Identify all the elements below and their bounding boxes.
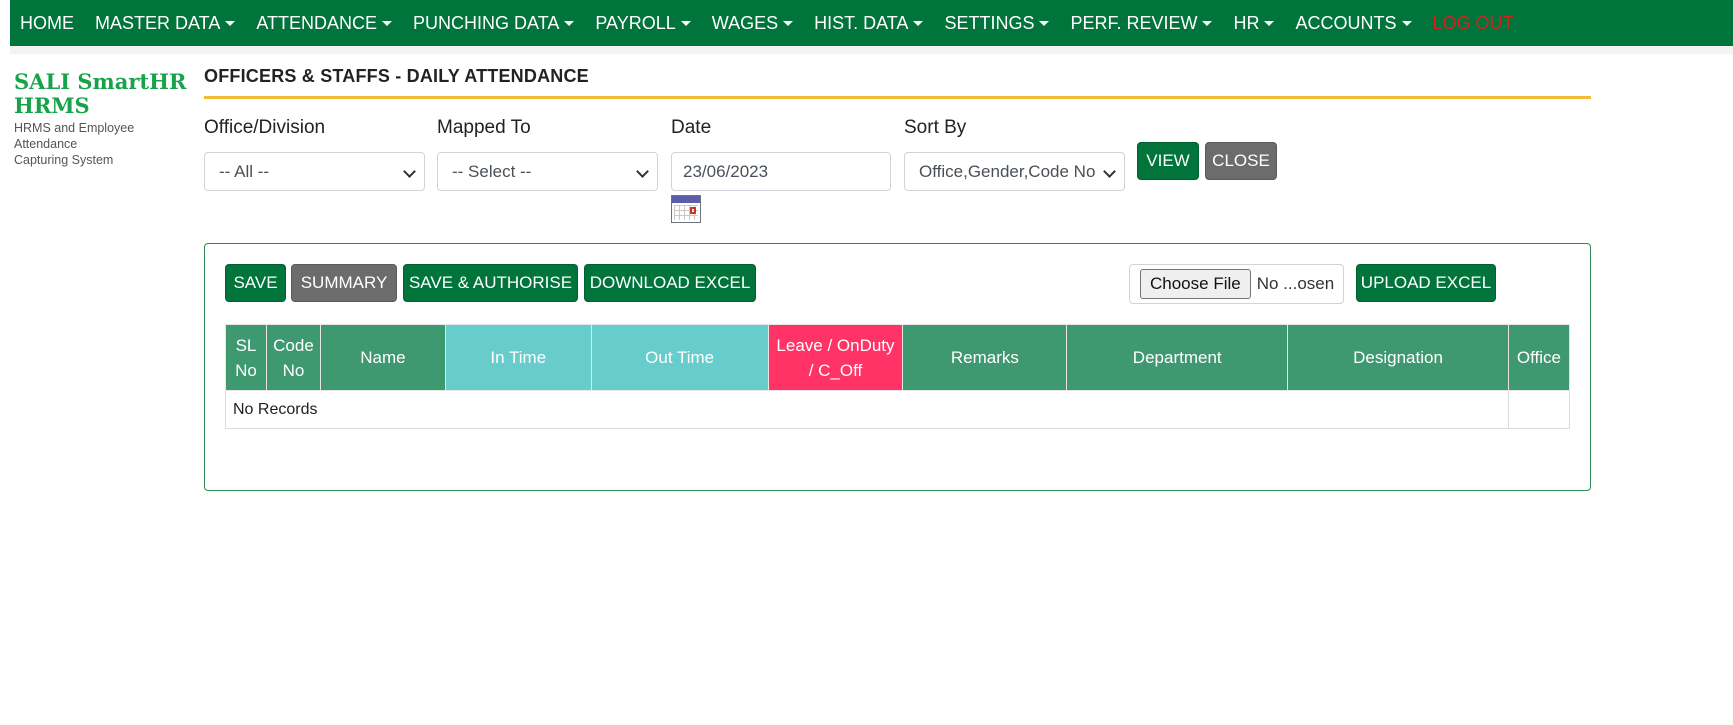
brand-subtitle-line1: HRMS and Employee Attendance <box>14 121 135 151</box>
col-sl-no-line1: SL <box>235 335 257 355</box>
caret-down-icon <box>1264 20 1275 26</box>
col-leave-line2: / C_Off <box>808 360 863 380</box>
date-label: Date <box>671 117 712 138</box>
chevron-down-icon <box>636 165 649 178</box>
col-in-time: In Time <box>444 324 592 391</box>
col-designation: Designation <box>1287 324 1509 391</box>
nav-home-label: HOME <box>20 12 74 33</box>
page-title: OFFICERS & STAFFS - DAILY ATTENDANCE <box>204 66 589 86</box>
chevron-down-icon <box>403 165 416 178</box>
col-code-no-line1: Code <box>273 335 314 355</box>
table-header-row: SL No Code No Name In Time Out Time Leave … <box>225 324 1571 391</box>
download-excel-button[interactable]: DOWNLOAD EXCEL <box>584 264 756 302</box>
caret-down-icon <box>1401 20 1412 26</box>
nav-settings[interactable]: SETTINGS <box>944 12 1050 34</box>
attendance-table: SL No Code No Name In Time Out Time Leave … <box>225 324 1571 429</box>
nav-attendance[interactable]: ATTENDANCE <box>256 12 393 34</box>
table-row: No Records <box>225 390 1571 429</box>
nav-hr-label: HR <box>1233 12 1260 33</box>
choose-file-button[interactable]: Choose File <box>1140 269 1251 299</box>
nav-perf-review[interactable]: PERF. REVIEW <box>1070 12 1213 34</box>
summary-button[interactable]: SUMMARY <box>291 264 397 302</box>
nav-accounts[interactable]: ACCOUNTS <box>1295 12 1412 34</box>
chevron-down-icon <box>1103 165 1116 178</box>
save-button[interactable]: SAVE <box>225 264 286 302</box>
caret-down-icon <box>382 20 393 26</box>
top-navbar: HOME MASTER DATA ATTENDANCE PUNCHING DAT… <box>10 0 1733 46</box>
mapped-to-select[interactable]: -- Select -- <box>437 152 658 191</box>
col-code-no-line2: No <box>282 360 305 380</box>
upload-excel-button[interactable]: UPLOAD EXCEL <box>1356 264 1496 302</box>
nav-hist-data[interactable]: HIST. DATA <box>814 12 924 34</box>
file-status-text: No ...osen <box>1256 274 1335 293</box>
caret-down-icon <box>783 20 794 26</box>
mapped-to-label: Mapped To <box>437 117 531 138</box>
nav-hist-data-label: HIST. DATA <box>814 12 909 33</box>
nav-wages[interactable]: WAGES <box>711 12 794 34</box>
col-sl-no-line2: No <box>235 360 257 380</box>
sort-by-label: Sort By <box>904 117 967 138</box>
close-button[interactable]: CLOSE <box>1205 142 1277 180</box>
nav-wages-label: WAGES <box>711 12 779 33</box>
mapped-to-value: -- Select -- <box>452 161 532 181</box>
save-authorise-button[interactable]: SAVE & AUTHORISE <box>403 264 578 302</box>
office-division-value: -- All -- <box>219 161 270 181</box>
caret-down-icon <box>564 20 575 26</box>
nav-logout[interactable]: LOG OUT <box>1433 13 1514 34</box>
nav-punching-data[interactable]: PUNCHING DATA <box>413 12 575 34</box>
col-sl-no: SL No <box>225 324 267 391</box>
nav-payroll[interactable]: PAYROLL <box>595 12 691 34</box>
office-division-label: Office/Division <box>204 117 326 138</box>
col-name: Name <box>319 324 446 391</box>
brand-title-line1: SALI SmartHR <box>14 69 187 94</box>
sort-by-select[interactable]: Office,Gender,Code No <box>904 152 1125 191</box>
sort-by-value: Office,Gender,Code No <box>919 161 1096 181</box>
caret-down-icon <box>913 20 924 26</box>
nav-payroll-label: PAYROLL <box>595 12 676 33</box>
nav-hr[interactable]: HR <box>1233 12 1275 34</box>
table-cell-empty <box>1507 390 1571 429</box>
col-department: Department <box>1066 324 1289 391</box>
caret-down-icon <box>1039 20 1050 26</box>
nav-settings-label: SETTINGS <box>944 12 1035 33</box>
col-code-no: Code No <box>265 324 321 391</box>
nav-master-data-label: MASTER DATA <box>95 12 221 33</box>
no-records-text: No Records <box>225 390 1509 429</box>
file-upload-input[interactable]: Choose File No ...osen <box>1129 264 1344 304</box>
nav-punching-data-label: PUNCHING DATA <box>413 12 560 33</box>
caret-down-icon <box>1202 20 1213 26</box>
nav-accounts-label: ACCOUNTS <box>1295 12 1397 33</box>
col-leave-onduty: Leave / OnDuty / C_Off <box>767 324 904 391</box>
col-leave-line1: Leave / OnDuty <box>776 335 895 355</box>
nav-attendance-label: ATTENDANCE <box>256 12 378 33</box>
date-value: 23/06/2023 <box>683 161 769 181</box>
nav-perf-review-label: PERF. REVIEW <box>1070 12 1198 33</box>
caret-down-icon <box>680 20 691 26</box>
office-division-select[interactable]: -- All -- <box>204 152 425 191</box>
nav-master-data[interactable]: MASTER DATA <box>95 12 236 34</box>
col-remarks: Remarks <box>902 324 1068 391</box>
col-office: Office <box>1507 324 1571 391</box>
brand-subtitle-line2: Capturing System <box>14 153 114 167</box>
view-button[interactable]: VIEW <box>1137 142 1199 180</box>
col-out-time: Out Time <box>590 324 769 391</box>
title-divider <box>204 96 1591 99</box>
navbar-divider <box>10 46 1733 54</box>
brand-title-line2: HRMS <box>14 93 90 118</box>
nav-home[interactable]: HOME <box>20 13 74 34</box>
date-input[interactable]: 23/06/2023 <box>671 152 891 191</box>
caret-down-icon <box>225 20 236 26</box>
calendar-icon[interactable] <box>671 195 701 223</box>
brand-logo: SALI SmartHR HRMS HRMS and Employee Atte… <box>14 70 194 168</box>
